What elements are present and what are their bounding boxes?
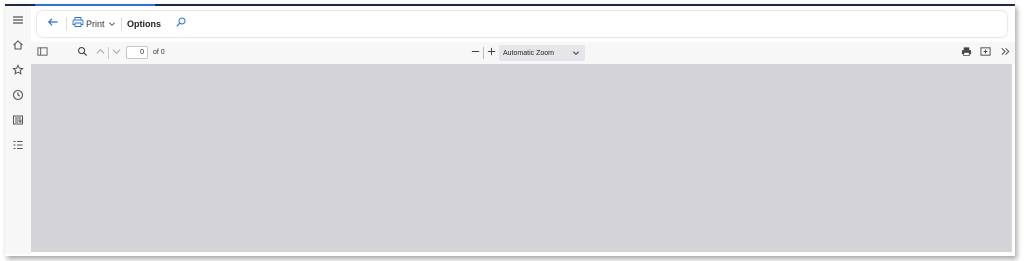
chevron-down-icon <box>572 51 580 56</box>
save-button[interactable] <box>980 42 991 64</box>
zoom-out-button[interactable] <box>470 42 481 64</box>
zoom-selected-label: Automatic Zoom <box>503 49 554 57</box>
zoom-select[interactable]: Automatic Zoom <box>499 45 585 61</box>
save-icon <box>980 44 991 62</box>
pdf-toolbar: of 0 Automatic Zoom <box>31 42 1015 64</box>
minus-icon <box>470 44 481 62</box>
previous-page-button[interactable] <box>95 42 106 64</box>
separator <box>66 17 67 31</box>
browser-window: Print Options 0 of 0 Automatic Zoom <box>5 4 1015 256</box>
print-label: Print <box>86 19 105 29</box>
clock-icon[interactable] <box>10 87 26 103</box>
separator <box>121 17 122 31</box>
page-count-label: of 0 <box>153 49 165 56</box>
double-chevron-right-icon <box>1000 44 1011 62</box>
newspaper-icon[interactable] <box>10 112 26 128</box>
back-button[interactable] <box>47 11 59 37</box>
left-rail <box>5 6 31 254</box>
printer-icon <box>961 44 972 62</box>
separator <box>108 47 109 59</box>
sidebar-toggle-icon <box>37 44 48 62</box>
find-in-document-button[interactable] <box>77 42 88 64</box>
sidebar-toggle-button[interactable] <box>37 42 48 64</box>
options-label: Options <box>127 19 161 29</box>
more-tools-button[interactable] <box>1000 42 1011 64</box>
search-icon <box>175 15 187 33</box>
next-page-button[interactable] <box>111 42 122 64</box>
command-bar: Print Options <box>37 11 1007 37</box>
hamburger-menu-icon[interactable] <box>10 12 26 28</box>
chevron-down-icon <box>111 44 122 62</box>
document-viewer[interactable] <box>31 64 1012 252</box>
star-icon[interactable] <box>10 62 26 78</box>
chevron-down-icon <box>108 15 116 33</box>
separator <box>483 47 484 59</box>
page-number-input[interactable] <box>126 46 148 59</box>
list-icon[interactable] <box>10 137 26 153</box>
plus-icon <box>486 44 497 62</box>
options-button[interactable]: Options <box>127 11 161 37</box>
active-tab-indicator <box>35 4 155 6</box>
back-arrow-icon <box>47 15 59 33</box>
find-button[interactable] <box>175 11 187 37</box>
home-icon[interactable] <box>10 37 26 53</box>
print-document-button[interactable] <box>961 42 972 64</box>
print-button[interactable]: Print <box>72 11 116 37</box>
printer-icon <box>72 15 84 33</box>
search-icon <box>77 44 88 62</box>
chevron-up-icon <box>95 44 106 62</box>
zoom-in-button[interactable] <box>486 42 497 64</box>
